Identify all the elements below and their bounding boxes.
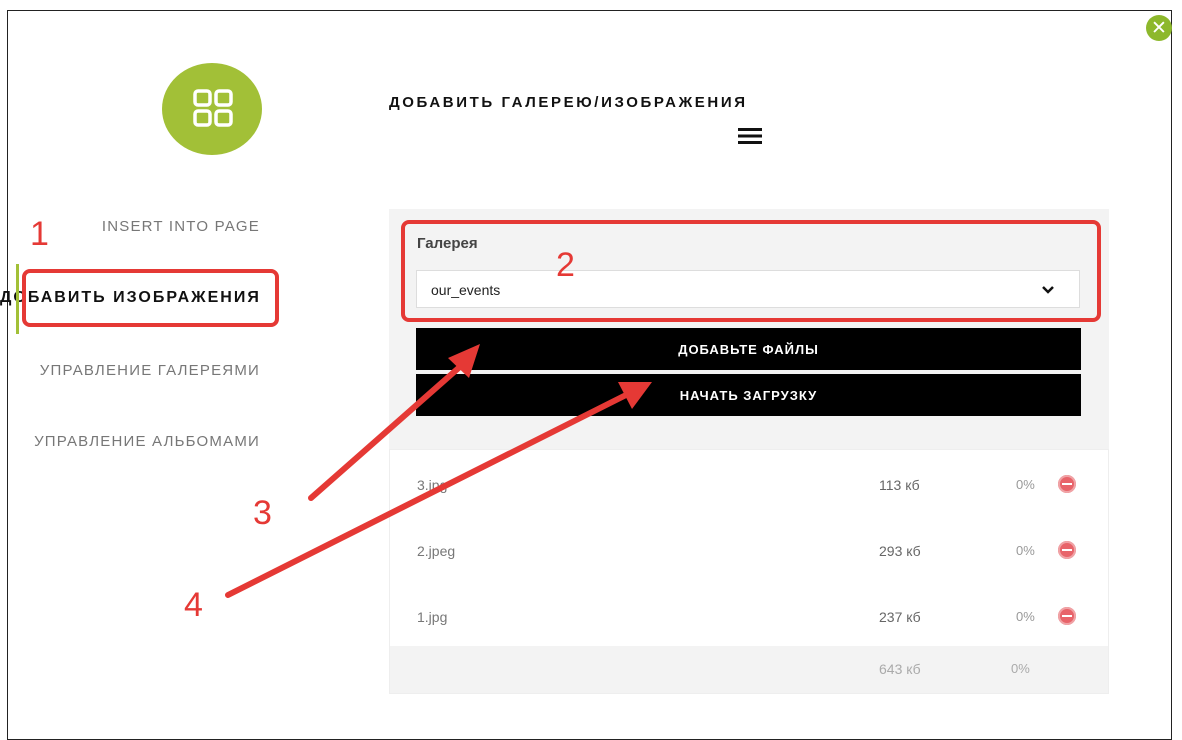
annotation-1: 1	[30, 215, 49, 253]
chevron-down-icon	[1042, 286, 1054, 294]
active-indicator	[16, 264, 19, 334]
file-row: 1.jpg 237 кб 0%	[390, 582, 1108, 648]
file-name: 1.jpg	[417, 609, 448, 625]
add-files-button[interactable]: ДОБАВЬТЕ ФАЙЛЫ	[416, 328, 1081, 370]
total-progress: 0%	[1011, 661, 1030, 676]
gallery-select[interactable]: our_events	[416, 270, 1080, 308]
remove-icon[interactable]	[1058, 541, 1076, 559]
file-table: 3.jpg 113 кб 0% 2.jpeg 293 кб 0% 1.jpg 2…	[389, 449, 1109, 694]
gallery-label: Галерея	[417, 235, 478, 252]
page-title: ДОБАВИТЬ ГАЛЕРЕЮ/ИЗОБРАЖЕНИЯ	[389, 94, 748, 111]
annotation-4: 4	[184, 586, 203, 624]
file-progress: 0%	[1016, 543, 1035, 558]
gallery-grid-icon	[193, 89, 233, 127]
sidebar-item-manage-albums[interactable]: УПРАВЛЕНИЕ АЛЬБОМАМИ	[0, 433, 260, 450]
file-progress: 0%	[1016, 609, 1035, 624]
annotation-3: 3	[253, 494, 272, 532]
file-row: 2.jpeg 293 кб 0%	[390, 516, 1108, 582]
file-size: 113 кб	[879, 477, 920, 493]
sidebar-item-add-images[interactable]: ДОБАВИТЬ ИЗОБРАЖЕНИЯ	[0, 289, 260, 307]
totals-row: 643 кб 0%	[390, 646, 1108, 693]
file-size: 293 кб	[879, 543, 921, 559]
file-size: 237 кб	[879, 609, 921, 625]
file-progress: 0%	[1016, 477, 1035, 492]
file-row: 3.jpg 113 кб 0%	[390, 450, 1108, 516]
hamburger-icon[interactable]	[738, 127, 762, 145]
remove-icon[interactable]	[1058, 607, 1076, 625]
sidebar-item-manage-galleries[interactable]: УПРАВЛЕНИЕ ГАЛЕРЕЯМИ	[0, 362, 260, 379]
close-icon[interactable]: ✕	[1146, 15, 1172, 41]
gallery-logo	[162, 63, 262, 155]
gallery-select-value: our_events	[431, 282, 501, 298]
annotation-2: 2	[556, 246, 575, 284]
file-name: 3.jpg	[417, 477, 448, 493]
remove-icon[interactable]	[1058, 475, 1076, 493]
total-size: 643 кб	[879, 661, 921, 677]
start-upload-button[interactable]: НАЧАТЬ ЗАГРУЗКУ	[416, 374, 1081, 416]
file-name: 2.jpeg	[417, 543, 456, 559]
